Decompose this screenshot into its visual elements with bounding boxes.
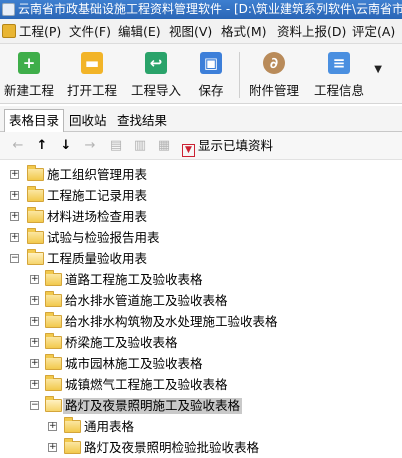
tree-node[interactable]: + 工程施工记录用表 [0, 186, 402, 207]
delete-table-icon[interactable]: ▦ [156, 138, 172, 154]
expand-toggle-icon[interactable]: + [30, 359, 39, 368]
tree-node-selected[interactable]: − 路灯及夜景照明施工及验收表格 [0, 396, 402, 417]
menu-evaluate[interactable]: 评定(A) [352, 19, 395, 43]
folder-icon [27, 186, 44, 202]
open-folder-icon: ▬ [81, 52, 103, 74]
expand-toggle-icon[interactable]: + [30, 338, 39, 347]
open-folder-icon [27, 249, 44, 265]
expand-toggle-icon[interactable]: + [10, 170, 19, 179]
paperclip-icon: ∂ [263, 52, 285, 74]
tab-recycle-bin[interactable]: 回收站 [64, 109, 112, 132]
folder-icon [64, 438, 81, 454]
arrow-up-icon[interactable]: ↑ [34, 138, 50, 154]
menu-edit[interactable]: 编辑(E) [118, 19, 161, 43]
expand-toggle-icon[interactable]: + [30, 296, 39, 305]
folder-icon [45, 333, 62, 349]
menu-bar: 工程(P) 文件(F) 编辑(E) 视图(V) 格式(M) 资料上报(D) 评定… [0, 19, 402, 44]
menu-format[interactable]: 格式(M) [221, 19, 267, 43]
tree-node[interactable]: + 通用表格 [0, 417, 402, 438]
main-toolbar: + 新建工程 ▬ 打开工程 ↩ 工程导入 ▣ 保存 ∂ 附件管理 ≡ 工程信息 … [0, 44, 402, 104]
folder-icon [27, 207, 44, 223]
expand-toggle-icon[interactable]: + [48, 443, 57, 452]
tree-node[interactable]: + 试验与检验报告用表 [0, 228, 402, 249]
folder-icon [27, 165, 44, 181]
arrow-left-icon[interactable]: ← [10, 138, 26, 154]
folder-icon [27, 228, 44, 244]
copy-table-icon[interactable]: ▤ [108, 138, 124, 154]
folder-icon [45, 291, 62, 307]
tab-search-results[interactable]: 查找结果 [112, 109, 172, 132]
save-button[interactable]: ▣ 保存 [188, 44, 234, 104]
tree-node[interactable]: + 路灯及夜景照明检验批验收表格 [0, 438, 402, 458]
save-icon: ▣ [200, 52, 222, 74]
folder-icon [45, 270, 62, 286]
tree-node[interactable]: + 城镇燃气工程施工及验收表格 [0, 375, 402, 396]
window-title: 云南省市政基础设施工程资料管理软件 - [D:\筑业建筑系列软件\云南省市 [18, 2, 402, 16]
expand-toggle-icon[interactable]: + [10, 212, 19, 221]
tab-bar: 表格目录 回收站 查找结果 [0, 106, 402, 133]
collapse-toggle-icon[interactable]: − [10, 254, 19, 263]
new-project-button[interactable]: + 新建工程 [0, 44, 58, 104]
folder-icon [45, 354, 62, 370]
open-folder-icon [45, 396, 62, 412]
tree-node[interactable]: + 给水排水构筑物及水处理施工验收表格 [0, 312, 402, 333]
tree-node[interactable]: + 城市园林施工及验收表格 [0, 354, 402, 375]
tree-toolbar: ← ↑ ↓ → ▤ ▥ ▦ ▼ 显示已填资料 [0, 132, 402, 160]
expand-toggle-icon[interactable]: + [10, 233, 19, 242]
menu-file[interactable]: 文件(F) [69, 19, 111, 43]
info-doc-icon: ≡ [328, 52, 350, 74]
table-directory-tree: + 施工组织管理用表 + 工程施工记录用表 + 材料进场检查用表 + 试验与检验… [0, 160, 402, 458]
menu-project[interactable]: 工程(P) [19, 19, 61, 43]
expand-toggle-icon[interactable]: + [30, 317, 39, 326]
expand-toggle-icon[interactable]: + [30, 380, 39, 389]
expand-toggle-icon[interactable]: + [48, 422, 57, 431]
tree-node[interactable]: + 道路工程施工及验收表格 [0, 270, 402, 291]
folder-icon [45, 312, 62, 328]
menu-view[interactable]: 视图(V) [169, 19, 212, 43]
tab-table-directory[interactable]: 表格目录 [4, 109, 65, 133]
filter-icon: ▼ [182, 144, 195, 157]
arrow-right-icon[interactable]: → [82, 138, 98, 154]
folder-icon [45, 375, 62, 391]
import-project-button[interactable]: ↩ 工程导入 [127, 44, 185, 104]
tree-node[interactable]: + 施工组织管理用表 [0, 165, 402, 186]
window-title-bar: 云南省市政基础设施工程资料管理软件 - [D:\筑业建筑系列软件\云南省市 [0, 0, 402, 19]
toolbar-overflow-arrow[interactable]: ▼ [374, 64, 382, 75]
tree-node[interactable]: + 给水排水管道施工及验收表格 [0, 291, 402, 312]
expand-toggle-icon[interactable]: + [10, 191, 19, 200]
show-filled-button[interactable]: ▼ 显示已填资料 [182, 137, 273, 157]
open-project-button[interactable]: ▬ 打开工程 [63, 44, 121, 104]
attachment-manager-button[interactable]: ∂ 附件管理 [244, 44, 304, 104]
import-icon: ↩ [145, 52, 167, 74]
expand-toggle-icon[interactable]: + [30, 275, 39, 284]
app-icon [2, 3, 15, 16]
tree-node[interactable]: + 桥梁施工及验收表格 [0, 333, 402, 354]
collapse-toggle-icon[interactable]: − [30, 401, 39, 410]
tree-node[interactable]: − 工程质量验收用表 [0, 249, 402, 270]
menu-report[interactable]: 资料上报(D) [277, 19, 346, 43]
tree-node[interactable]: + 材料进场检查用表 [0, 207, 402, 228]
paste-table-icon[interactable]: ▥ [132, 138, 148, 154]
arrow-down-icon[interactable]: ↓ [58, 138, 74, 154]
toolbar-divider [239, 52, 240, 98]
project-info-button[interactable]: ≡ 工程信息 [309, 44, 369, 104]
folder-icon [64, 417, 81, 433]
project-menu-icon [2, 24, 16, 38]
new-project-icon: + [18, 52, 40, 74]
